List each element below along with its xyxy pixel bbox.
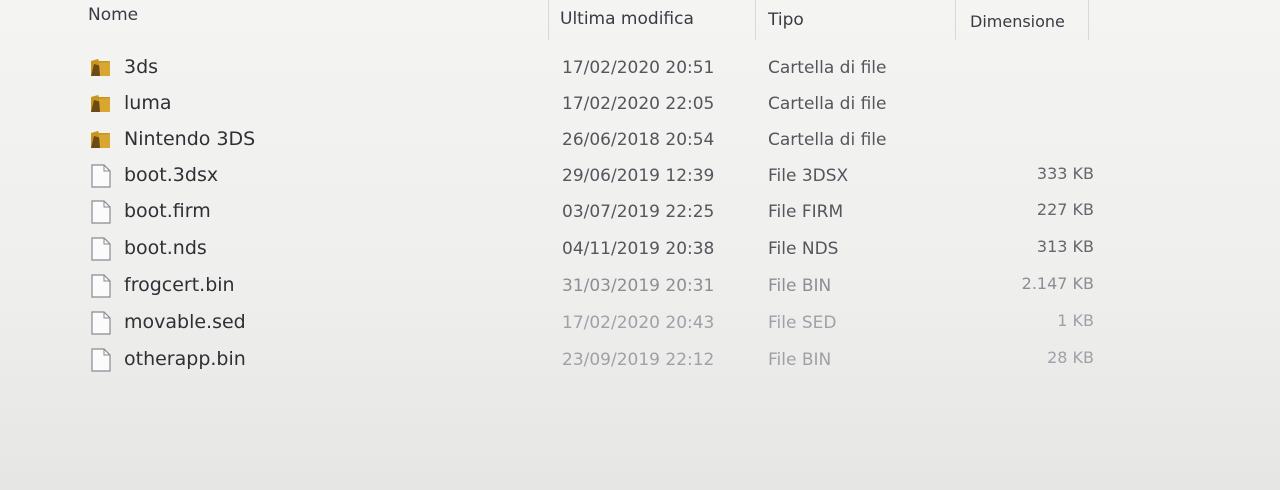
list-item[interactable]: movable.sed 17/02/2020 20:43 File SED 1 … <box>80 305 1110 339</box>
item-name: boot.nds <box>124 237 207 259</box>
item-size: 313 KB <box>1036 237 1094 256</box>
item-modified: 29/06/2019 12:39 <box>562 166 715 186</box>
item-type: Cartella di file <box>768 130 887 150</box>
list-item[interactable]: boot.firm 03/07/2019 22:25 File FIRM 227… <box>80 194 1110 228</box>
item-type: File BIN <box>768 350 832 370</box>
column-divider[interactable] <box>548 0 549 40</box>
item-size: 227 KB <box>1036 200 1094 219</box>
column-header-type[interactable]: Tipo <box>768 10 804 30</box>
file-icon <box>90 200 112 224</box>
item-modified: 04/11/2019 20:38 <box>562 239 715 259</box>
item-modified: 17/02/2020 20:51 <box>562 58 715 78</box>
item-name: 3ds <box>124 56 159 78</box>
file-icon <box>90 311 112 335</box>
file-icon <box>90 348 112 372</box>
file-icon <box>90 274 112 298</box>
column-header-name[interactable]: Nome <box>88 5 138 25</box>
column-divider[interactable] <box>955 0 956 40</box>
item-modified: 17/02/2020 20:43 <box>562 313 715 333</box>
folder-icon <box>90 128 112 152</box>
list-item[interactable]: 3ds 17/02/2020 20:51 Cartella di file <box>80 50 1110 84</box>
column-divider[interactable] <box>1088 0 1089 40</box>
item-size: 28 KB <box>1047 348 1094 367</box>
item-name: Nintendo 3DS <box>124 128 256 150</box>
column-header-bar: Nome Ultima modifica Tipo Dimensione <box>0 0 1280 40</box>
item-size: 1 KB <box>1057 311 1094 330</box>
list-item[interactable]: frogcert.bin 31/03/2019 20:31 File BIN 2… <box>80 268 1110 302</box>
item-modified: 23/09/2019 22:12 <box>562 350 715 370</box>
item-type: File NDS <box>768 239 839 259</box>
item-name: boot.3dsx <box>124 164 219 186</box>
column-header-size[interactable]: Dimensione <box>970 12 1065 31</box>
item-name: luma <box>124 92 172 114</box>
item-type: Cartella di file <box>768 94 887 114</box>
file-icon <box>90 164 112 188</box>
item-size: 2.147 KB <box>1021 274 1094 293</box>
item-name: otherapp.bin <box>124 348 246 370</box>
item-type: Cartella di file <box>768 58 887 78</box>
folder-icon <box>90 92 112 116</box>
item-modified: 17/02/2020 22:05 <box>562 94 715 114</box>
list-item[interactable]: Nintendo 3DS 26/06/2018 20:54 Cartella d… <box>80 122 1110 156</box>
list-item[interactable]: luma 17/02/2020 22:05 Cartella di file <box>80 86 1110 120</box>
item-type: File BIN <box>768 276 832 296</box>
folder-icon <box>90 56 112 80</box>
item-type: File FIRM <box>768 202 844 222</box>
item-name: frogcert.bin <box>124 274 235 296</box>
list-item[interactable]: otherapp.bin 23/09/2019 22:12 File BIN 2… <box>80 342 1110 376</box>
list-item[interactable]: boot.3dsx 29/06/2019 12:39 File 3DSX 333… <box>80 158 1110 192</box>
column-header-modified[interactable]: Ultima modifica <box>560 9 694 29</box>
column-divider[interactable] <box>755 0 756 40</box>
list-item[interactable]: boot.nds 04/11/2019 20:38 File NDS 313 K… <box>80 231 1110 265</box>
item-type: File SED <box>768 313 837 333</box>
file-explorer: Nome Ultima modifica Tipo Dimensione 3ds… <box>0 0 1280 490</box>
item-modified: 03/07/2019 22:25 <box>562 202 715 222</box>
item-modified: 31/03/2019 20:31 <box>562 276 715 296</box>
item-size: 333 KB <box>1036 164 1094 183</box>
file-icon <box>90 237 112 261</box>
item-name: boot.firm <box>124 200 211 222</box>
item-name: movable.sed <box>124 311 246 333</box>
item-modified: 26/06/2018 20:54 <box>562 130 715 150</box>
item-type: File 3DSX <box>768 166 849 186</box>
